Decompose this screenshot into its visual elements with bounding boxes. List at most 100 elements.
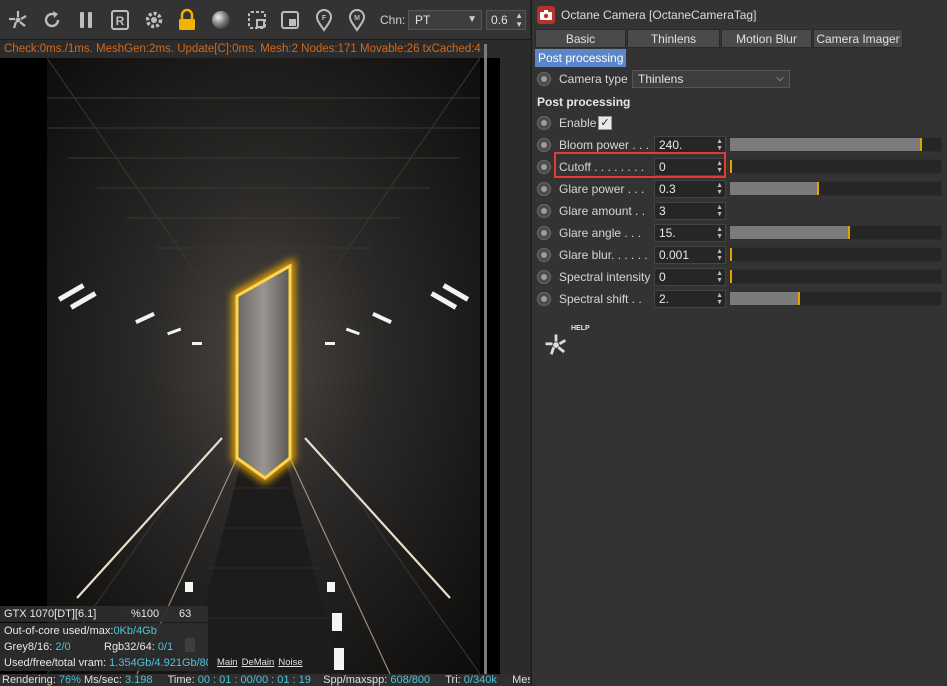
spectral-shift-value: 2. [659,292,670,306]
stepper-arrows-icon[interactable]: ▲ ▼ [716,204,723,218]
animate-radio-icon[interactable] [537,292,551,306]
tab-post-processing[interactable]: Post processing [535,49,626,67]
rgb-label: Rgb32/64: [104,641,155,653]
viewer-scrollbar[interactable] [484,44,487,674]
attribute-panel: Octane Camera [OctaneCameraTag] Basic Th… [531,0,947,686]
enable-row: Enable ✓ [532,113,947,133]
cutoff-slider[interactable] [729,159,942,174]
tab-camera-imager[interactable]: Camera Imager [813,29,903,48]
pick-focus-icon[interactable]: F [310,6,338,34]
panel-header: Octane Camera [OctaneCameraTag] [532,4,947,26]
glare-blur-input[interactable]: 0.001 ▲ ▼ [654,246,726,264]
glare-amount-label: Glare amount . . [559,204,646,218]
bloom-power-label: Bloom power . . . [559,138,650,152]
region-select-icon[interactable] [243,6,271,34]
enable-checkbox[interactable]: ✓ [598,116,612,130]
octane-help-icon [545,334,567,355]
out-of-core-label: Out-of-core used/max: [4,625,114,637]
stepper-arrows-icon[interactable]: ▲ ▼ [716,138,723,152]
tab-thinlens[interactable]: Thinlens [627,29,720,48]
slider-knob[interactable] [730,248,732,261]
section-title: Post processing [537,95,631,109]
channel-label: Chn: [380,13,406,27]
render-status-line: Check:0ms./1ms. MeshGen:2ms. Update[C]:0… [4,43,481,55]
slider-knob[interactable] [730,160,732,173]
pick-material-icon[interactable]: M [343,6,371,34]
help-button[interactable]: HELP [542,325,590,361]
animate-radio-icon[interactable] [537,182,551,196]
bloom-power-value: 240. [659,138,683,152]
pause-icon[interactable] [72,6,100,34]
mini-tab-main[interactable]: Main [216,657,239,668]
animate-radio-icon[interactable] [537,72,551,86]
tab-motion-blur[interactable]: Motion Blur [721,29,812,48]
animate-radio-icon[interactable] [537,270,551,284]
spectral-intensity-label: Spectral intensity [559,270,651,284]
mini-tab-noise[interactable]: Noise [277,657,303,668]
rendering-label: Rendering: [2,674,56,686]
glare-blur-slider[interactable] [729,247,942,262]
refresh-icon[interactable] [38,6,66,34]
render-progress-bar: Rendering: 76% Ms/sec: 3.198 Time: 00 : … [0,674,530,686]
camera-tag-icon [537,6,555,24]
help-label: HELP [571,325,590,332]
channel-value-stepper[interactable]: 0.6 ▲ ▼ [486,10,526,30]
glare-blur-row: Glare blur. . . . . . 0.001 ▲ ▼ [532,245,947,265]
spectral-shift-label: Spectral shift . . [559,292,642,306]
glare-power-row: Glare power . . . 0.3 ▲ ▼ [532,179,947,199]
stepper-arrows-icon[interactable]: ▲ ▼ [716,226,723,240]
cutoff-highlight-box [554,152,726,178]
time-value: 00 : 01 : 00/00 : 01 : 19 [197,674,311,686]
animate-radio-icon[interactable] [537,138,551,152]
glare-power-value: 0.3 [659,182,676,196]
camera-type-select[interactable]: Thinlens ⌵ [632,70,790,88]
animate-radio-icon[interactable] [537,116,551,130]
stepper-arrows-icon[interactable]: ▲ ▼ [716,292,723,306]
corridor-render-svg [47,58,480,674]
slider-knob[interactable] [920,138,922,151]
lock-icon[interactable] [173,6,201,34]
slider-knob[interactable] [817,182,819,195]
animate-radio-icon[interactable] [537,226,551,240]
glare-angle-slider[interactable] [729,225,942,240]
glare-power-slider[interactable] [729,181,942,196]
mini-tab-demain[interactable]: DeMain [241,657,276,668]
gpu-percent: %100 [131,608,160,620]
panel-title: Octane Camera [OctaneCameraTag] [561,8,757,22]
spectral-shift-input[interactable]: 2. ▲ ▼ [654,290,726,308]
grey-value: 2/0 [55,641,71,653]
material-sphere-icon[interactable] [207,6,235,34]
stepper-arrows-icon[interactable]: ▲ ▼ [716,248,723,262]
spectral-intensity-slider[interactable] [729,269,942,284]
glare-amount-input[interactable]: 3 ▲ ▼ [654,202,726,220]
animate-radio-icon[interactable] [537,160,551,174]
glare-power-input[interactable]: 0.3 ▲ ▼ [654,180,726,198]
spectral-shift-slider[interactable] [729,291,942,306]
enable-label: Enable [559,116,597,130]
spectral-intensity-value: 0 [659,270,666,284]
mspersec-label: Ms/sec: [83,674,122,686]
animate-radio-icon[interactable] [537,248,551,262]
animate-radio-icon[interactable] [537,204,551,218]
glare-angle-input[interactable]: 15. ▲ ▼ [654,224,726,242]
octane-logo-icon[interactable] [4,6,32,34]
slider-knob[interactable] [730,270,732,283]
tab-basic[interactable]: Basic [535,29,626,48]
settings-gear-icon[interactable] [140,6,168,34]
spectral-shift-row: Spectral shift . . 2. ▲ ▼ [532,289,947,309]
slider-knob[interactable] [848,226,850,239]
channel-select-value: PT [415,13,431,27]
glare-blur-value: 0.001 [659,248,690,262]
stepper-arrows-icon[interactable]: ▲ ▼ [716,270,723,284]
slider-knob[interactable] [798,292,800,305]
stepper-arrows-icon[interactable]: ▲ ▼ [716,182,723,196]
reset-r-icon[interactable]: R [106,6,134,34]
glare-angle-value: 15. [659,226,676,240]
channel-select[interactable]: PT ▼ [408,10,482,30]
texture-count-row: Grey8/16: 2/0 Rgb32/64: 0/1 [0,639,208,655]
bloom-power-slider[interactable] [729,137,942,152]
camera-type-label: Camera type [559,72,628,86]
film-region-icon[interactable] [276,6,304,34]
spectral-intensity-input[interactable]: 0 ▲ ▼ [654,268,726,286]
out-of-core-value: 0Kb/4Gb [113,625,157,637]
